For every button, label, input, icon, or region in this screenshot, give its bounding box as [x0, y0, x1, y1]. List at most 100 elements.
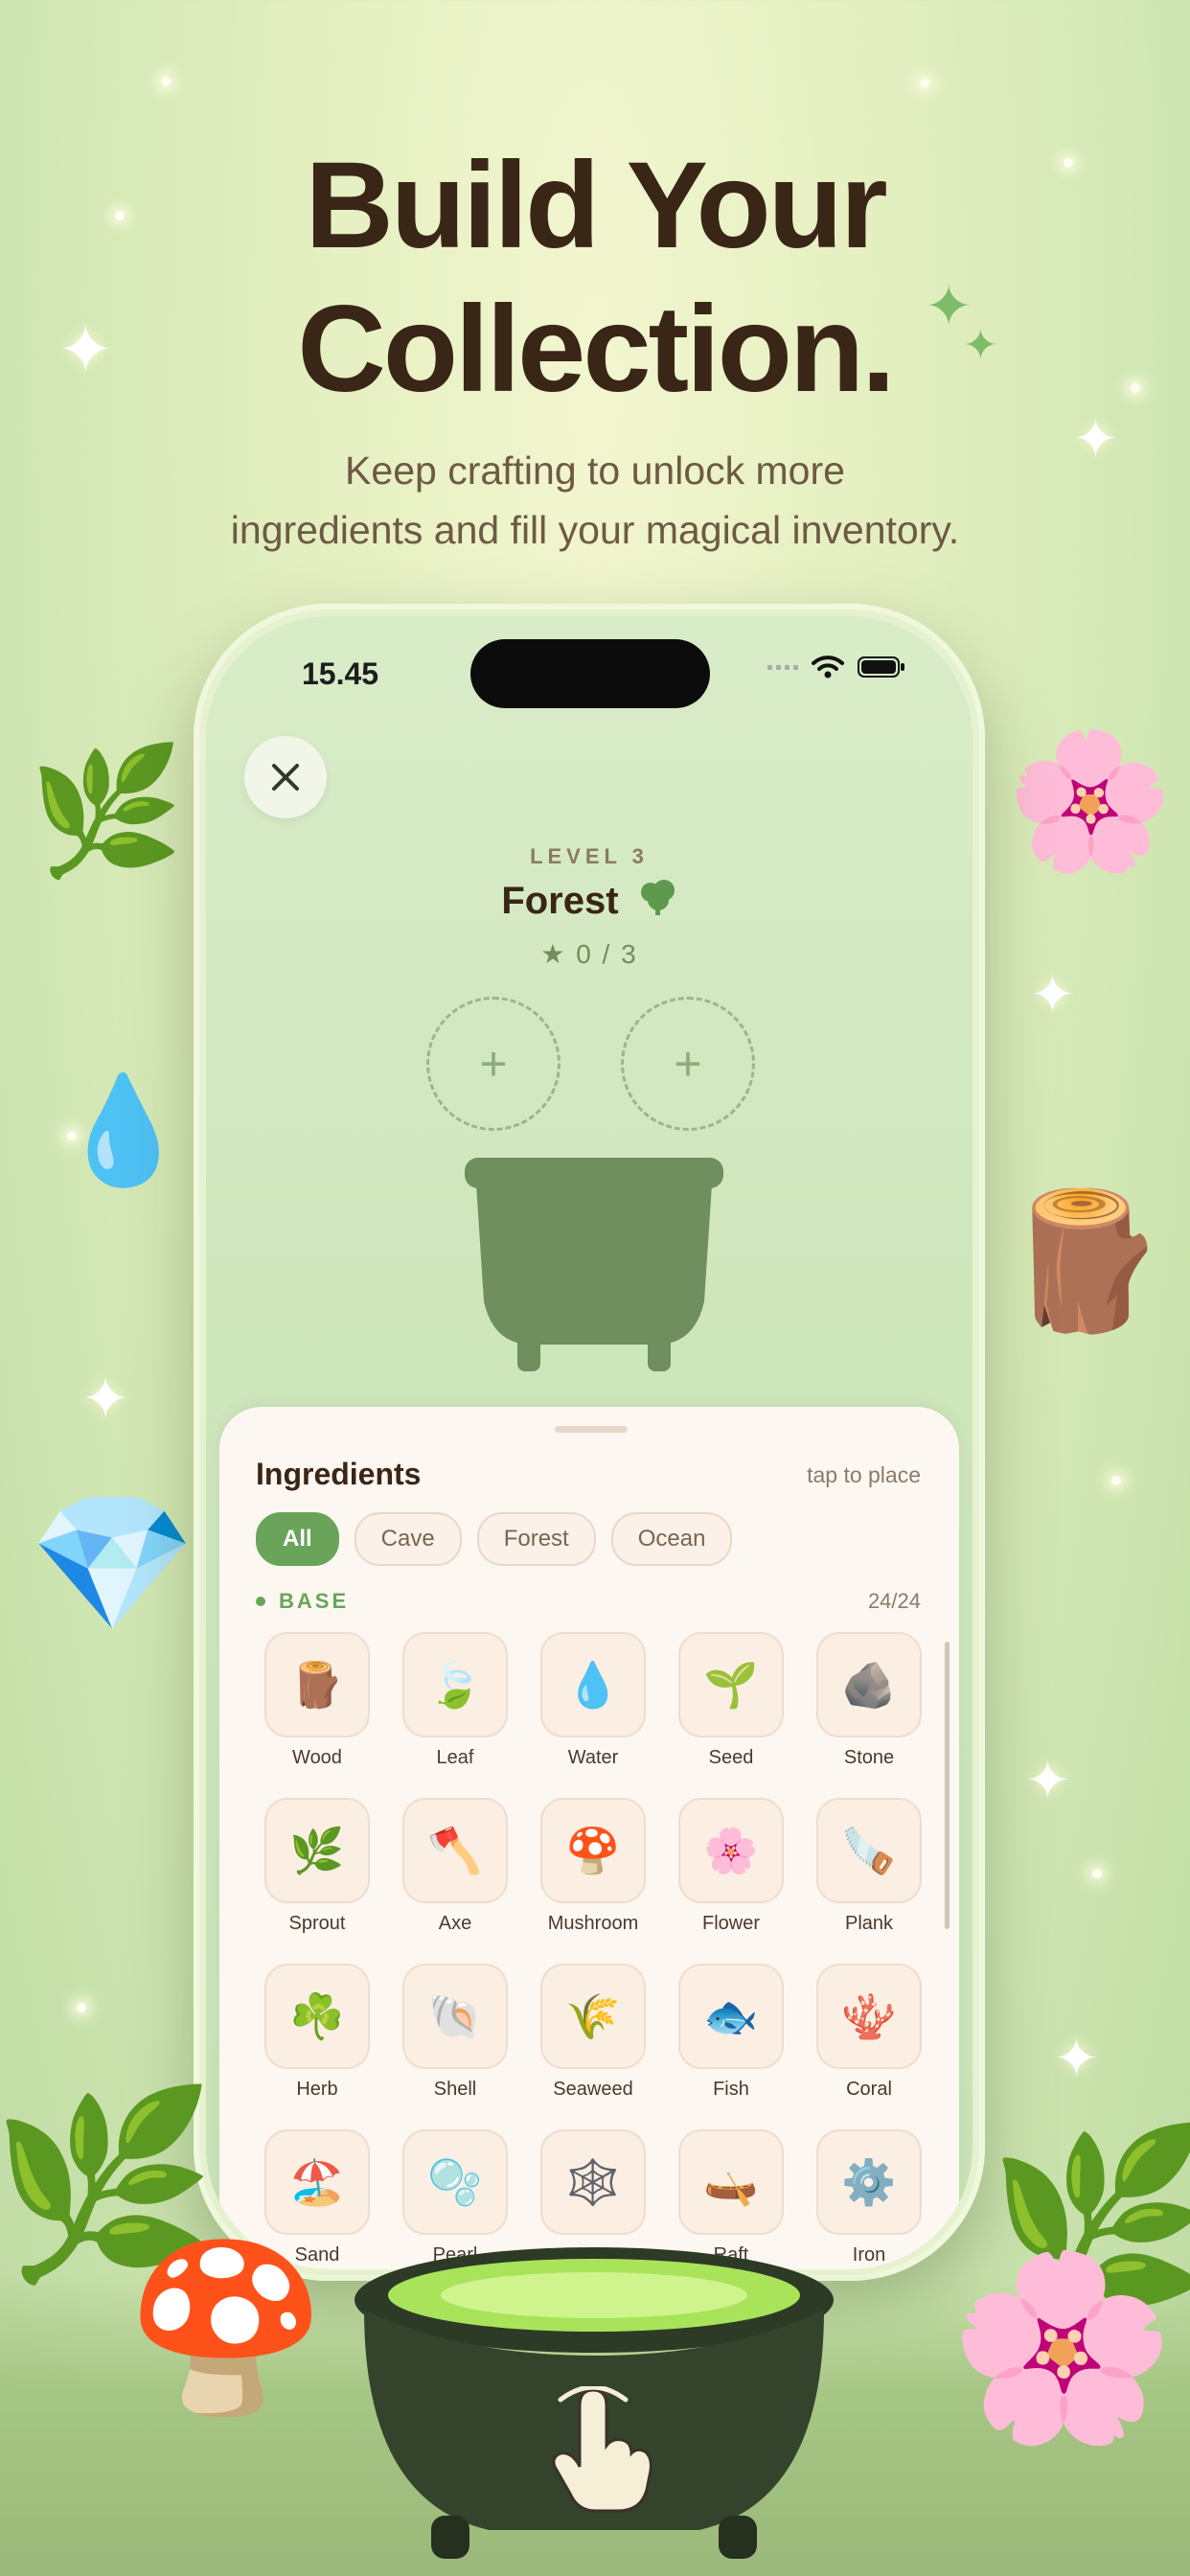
flower-icon[interactable]: 🌸: [678, 1798, 784, 1903]
ingredient-water[interactable]: 💧 Water: [524, 1632, 662, 1769]
sheet-title: Ingredients: [256, 1457, 422, 1491]
section-label: BASE: [279, 1589, 350, 1613]
net-icon[interactable]: 🕸️: [540, 2129, 646, 2235]
ingredient-label: Sprout: [288, 1913, 346, 1934]
sparkle-star-decoration: ✦: [81, 1367, 130, 1431]
sand-icon[interactable]: 🏖️: [264, 2129, 370, 2235]
ingredients-sheet: Ingredients tap to place All Cave Forest…: [219, 1407, 959, 2269]
ingredient-flower[interactable]: 🌸 Flower: [662, 1798, 800, 1935]
ingredient-label: Shell: [433, 2079, 477, 2100]
ingredient-label: Seaweed: [553, 2079, 633, 2100]
battery-icon: [858, 656, 904, 678]
ingredient-fish[interactable]: 🐟 Fish: [662, 1964, 800, 2101]
ingredient-label: Leaf: [436, 1747, 474, 1768]
plus-icon: +: [479, 1037, 508, 1091]
filter-chip-all[interactable]: All: [256, 1512, 339, 1566]
ingredient-label: Mushroom: [547, 1913, 639, 1934]
ingredient-slot-2[interactable]: +: [621, 997, 755, 1131]
level-label: LEVEL 3: [530, 844, 649, 868]
ingredient-mushroom[interactable]: 🍄 Mushroom: [524, 1798, 662, 1935]
status-time: 15.45: [302, 656, 379, 691]
pearl-icon[interactable]: 🫧: [402, 2129, 508, 2235]
section-header: BASE: [256, 1589, 349, 1614]
herb-icon[interactable]: ☘️: [264, 1964, 370, 2069]
filter-chip-ocean[interactable]: Ocean: [610, 1512, 733, 1566]
tree-icon: [637, 877, 677, 927]
filter-chips: All Cave Forest Ocean: [256, 1512, 733, 1566]
close-icon: [272, 764, 299, 791]
pink-flower-decoration: 🌸: [1006, 725, 1174, 876]
wood-icon[interactable]: 🪵: [264, 1632, 370, 1737]
headline-line-1: Build Your: [305, 137, 887, 274]
star-progress: ★ 0 / 3: [540, 939, 638, 969]
subtitle-line-2: ingredients and fill your magical invent…: [230, 508, 960, 552]
ingredient-label: Flower: [701, 1913, 760, 1934]
signal-icon: [767, 664, 798, 670]
headline-line-2: Collection.: [297, 281, 895, 418]
water-drop-decoration: 💧: [57, 1071, 189, 1189]
coral-icon[interactable]: 🪸: [816, 1964, 922, 2069]
ingredient-axe[interactable]: 🪓 Axe: [386, 1798, 524, 1935]
pink-flower-decoration: 🌸: [949, 2246, 1176, 2450]
wifi-icon: [812, 656, 844, 678]
ingredient-label: Plank: [844, 1913, 894, 1934]
sparkle-star-decoration: ✦: [1025, 1750, 1070, 1810]
filter-chip-cave[interactable]: Cave: [354, 1512, 462, 1566]
ingredient-label: Iron: [852, 2244, 886, 2266]
ingredient-label: Herb: [296, 2079, 338, 2100]
sparkle-star-decoration: ✦: [1054, 2028, 1099, 2088]
leaf-icon[interactable]: 🍃: [402, 1632, 508, 1737]
ingredient-seaweed[interactable]: 🌾 Seaweed: [524, 1964, 662, 2101]
stone-icon[interactable]: 🪨: [816, 1632, 922, 1737]
ingredient-label: Wood: [292, 1747, 342, 1768]
dynamic-island: [470, 639, 710, 708]
ingredient-herb[interactable]: ☘️ Herb: [248, 1964, 386, 2101]
ingredient-label: Fish: [713, 2079, 749, 2100]
cauldron-target[interactable]: [465, 1158, 723, 1378]
ingredient-seed[interactable]: 🌱 Seed: [662, 1632, 800, 1769]
ingredient-wood[interactable]: 🪵 Wood: [248, 1632, 386, 1769]
mushroom-icon[interactable]: 🍄: [540, 1798, 646, 1903]
wood-log-decoration: 🪵: [1001, 1185, 1169, 1336]
ingredient-shell[interactable]: 🐚 Shell: [386, 1964, 524, 2101]
plank-icon[interactable]: 🪚: [816, 1798, 922, 1903]
sprout-icon[interactable]: 🌿: [264, 1798, 370, 1903]
close-button[interactable]: [244, 736, 327, 818]
axe-icon[interactable]: 🪓: [402, 1798, 508, 1903]
raft-icon[interactable]: 🛶: [678, 2129, 784, 2235]
ingredient-label: Stone: [843, 1747, 895, 1768]
ingredient-coral[interactable]: 🪸 Coral: [800, 1964, 938, 2101]
crystal-gem-decoration: 💎: [29, 1487, 196, 1638]
ingredient-leaf[interactable]: 🍃 Leaf: [386, 1632, 524, 1769]
seaweed-icon[interactable]: 🌾: [540, 1964, 646, 2069]
sparkle-decoration: [920, 79, 929, 88]
shell-icon[interactable]: 🐚: [402, 1964, 508, 2069]
water-icon[interactable]: 💧: [540, 1632, 646, 1737]
sparkle-decoration: [1111, 1476, 1121, 1485]
subtitle-line-1: Keep crafting to unlock more: [345, 448, 845, 493]
ingredient-grid: 🪵 Wood 🍃 Leaf 💧 Water 🌱 Seed 🪨 Stone 🌿 Sprout 🪓 Axe 🍄 M…: [248, 1632, 938, 2266]
sheet-hint: tap to place: [807, 1462, 921, 1487]
leaf-sprig-decoration: 🌿: [29, 741, 184, 881]
ingredient-slot-1[interactable]: +: [426, 997, 561, 1131]
fish-icon[interactable]: 🐟: [678, 1964, 784, 2069]
level-name: Forest: [501, 880, 619, 922]
sparkle-decoration: [1092, 1869, 1102, 1878]
sparkle-star-decoration: ✦: [1030, 964, 1075, 1024]
ingredient-label: Water: [567, 1747, 619, 1768]
ingredient-plank[interactable]: 🪚 Plank: [800, 1798, 938, 1935]
sparkle-decoration: [161, 77, 171, 86]
section-count: 24/24: [867, 1589, 921, 1613]
section-dot: [256, 1597, 265, 1606]
ingredient-stone[interactable]: 🪨 Stone: [800, 1632, 938, 1769]
plus-icon: +: [674, 1037, 702, 1091]
scrollbar[interactable]: [945, 1642, 950, 1929]
sparkle-decoration: [77, 2003, 86, 2012]
filter-chip-forest[interactable]: Forest: [476, 1512, 596, 1566]
sheet-grabber[interactable]: [555, 1426, 628, 1433]
seed-icon[interactable]: 🌱: [678, 1632, 784, 1737]
iron-icon[interactable]: ⚙️: [816, 2129, 922, 2235]
ingredient-label: Seed: [708, 1747, 754, 1768]
ingredient-sprout[interactable]: 🌿 Sprout: [248, 1798, 386, 1935]
status-icons: [767, 655, 905, 679]
